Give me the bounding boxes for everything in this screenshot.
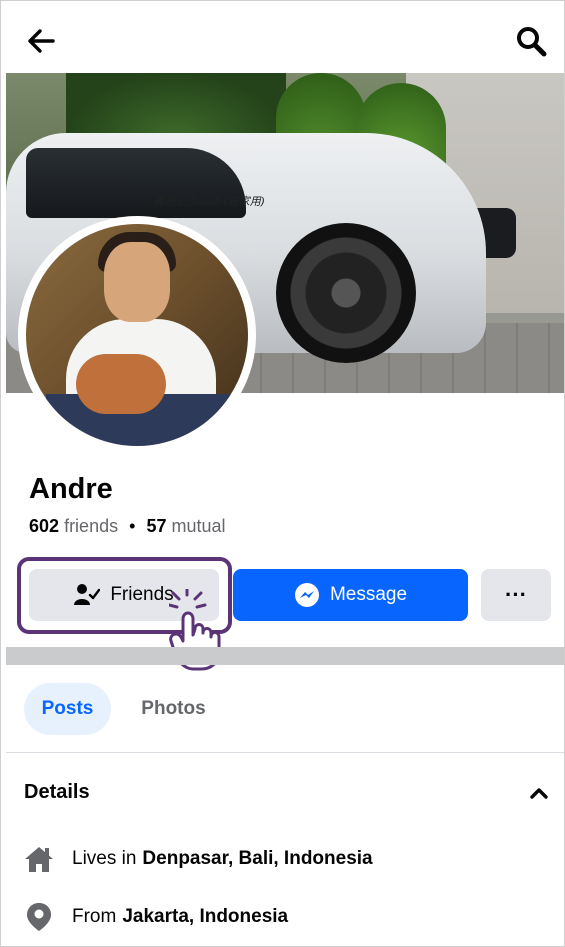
- top-bar: [1, 1, 564, 73]
- tab-posts[interactable]: Posts: [24, 683, 111, 735]
- avatar-dog: [76, 354, 166, 414]
- tab-photos[interactable]: Photos: [127, 683, 220, 735]
- tabs-divider: [6, 752, 564, 753]
- section-divider: [6, 647, 564, 665]
- count-separator: •: [129, 516, 136, 536]
- search-icon[interactable]: [513, 23, 549, 59]
- detail-value: Jakarta, Indonesia: [122, 906, 289, 927]
- detail-from: From Jakarta, Indonesia: [24, 902, 288, 932]
- friend-check-icon: [74, 583, 101, 607]
- friends-button-label: Friends: [110, 584, 174, 605]
- cover-car-wheel: [276, 223, 416, 363]
- messenger-icon: [294, 582, 320, 608]
- friends-count: 602: [29, 516, 60, 536]
- profile-picture-image: [26, 224, 248, 446]
- more-options-button[interactable]: ···: [481, 569, 551, 621]
- chevron-up-icon[interactable]: [525, 781, 553, 805]
- details-heading: Details: [24, 781, 90, 803]
- mutual-count: 57: [146, 516, 167, 536]
- back-arrow-icon[interactable]: [23, 23, 59, 59]
- detail-value: Denpasar, Bali, Indonesia: [142, 848, 373, 869]
- profile-picture[interactable]: [18, 216, 256, 454]
- more-options-icon: ···: [505, 582, 527, 607]
- mutual-label: mutual: [171, 516, 226, 536]
- app-frame: 藤原とうふ店 (自家用) Andre 602 friends • 57 mutu…: [0, 0, 565, 947]
- location-pin-icon: [24, 902, 54, 932]
- friends-button[interactable]: Friends: [29, 569, 219, 621]
- detail-prefix: Lives in: [72, 848, 137, 869]
- cover-car-text: 藤原とうふ店 (自家用): [154, 195, 266, 208]
- friends-label: friends: [64, 516, 119, 536]
- message-button-label: Message: [329, 584, 408, 605]
- profile-name: Andre: [29, 473, 113, 505]
- avatar-head: [104, 242, 170, 322]
- home-icon: [24, 844, 54, 874]
- detail-lives-in: Lives in Denpasar, Bali, Indonesia: [24, 844, 373, 874]
- friend-counts[interactable]: 602 friends • 57 mutual: [29, 516, 226, 537]
- detail-prefix: From: [72, 906, 117, 927]
- message-button[interactable]: Message: [233, 569, 468, 621]
